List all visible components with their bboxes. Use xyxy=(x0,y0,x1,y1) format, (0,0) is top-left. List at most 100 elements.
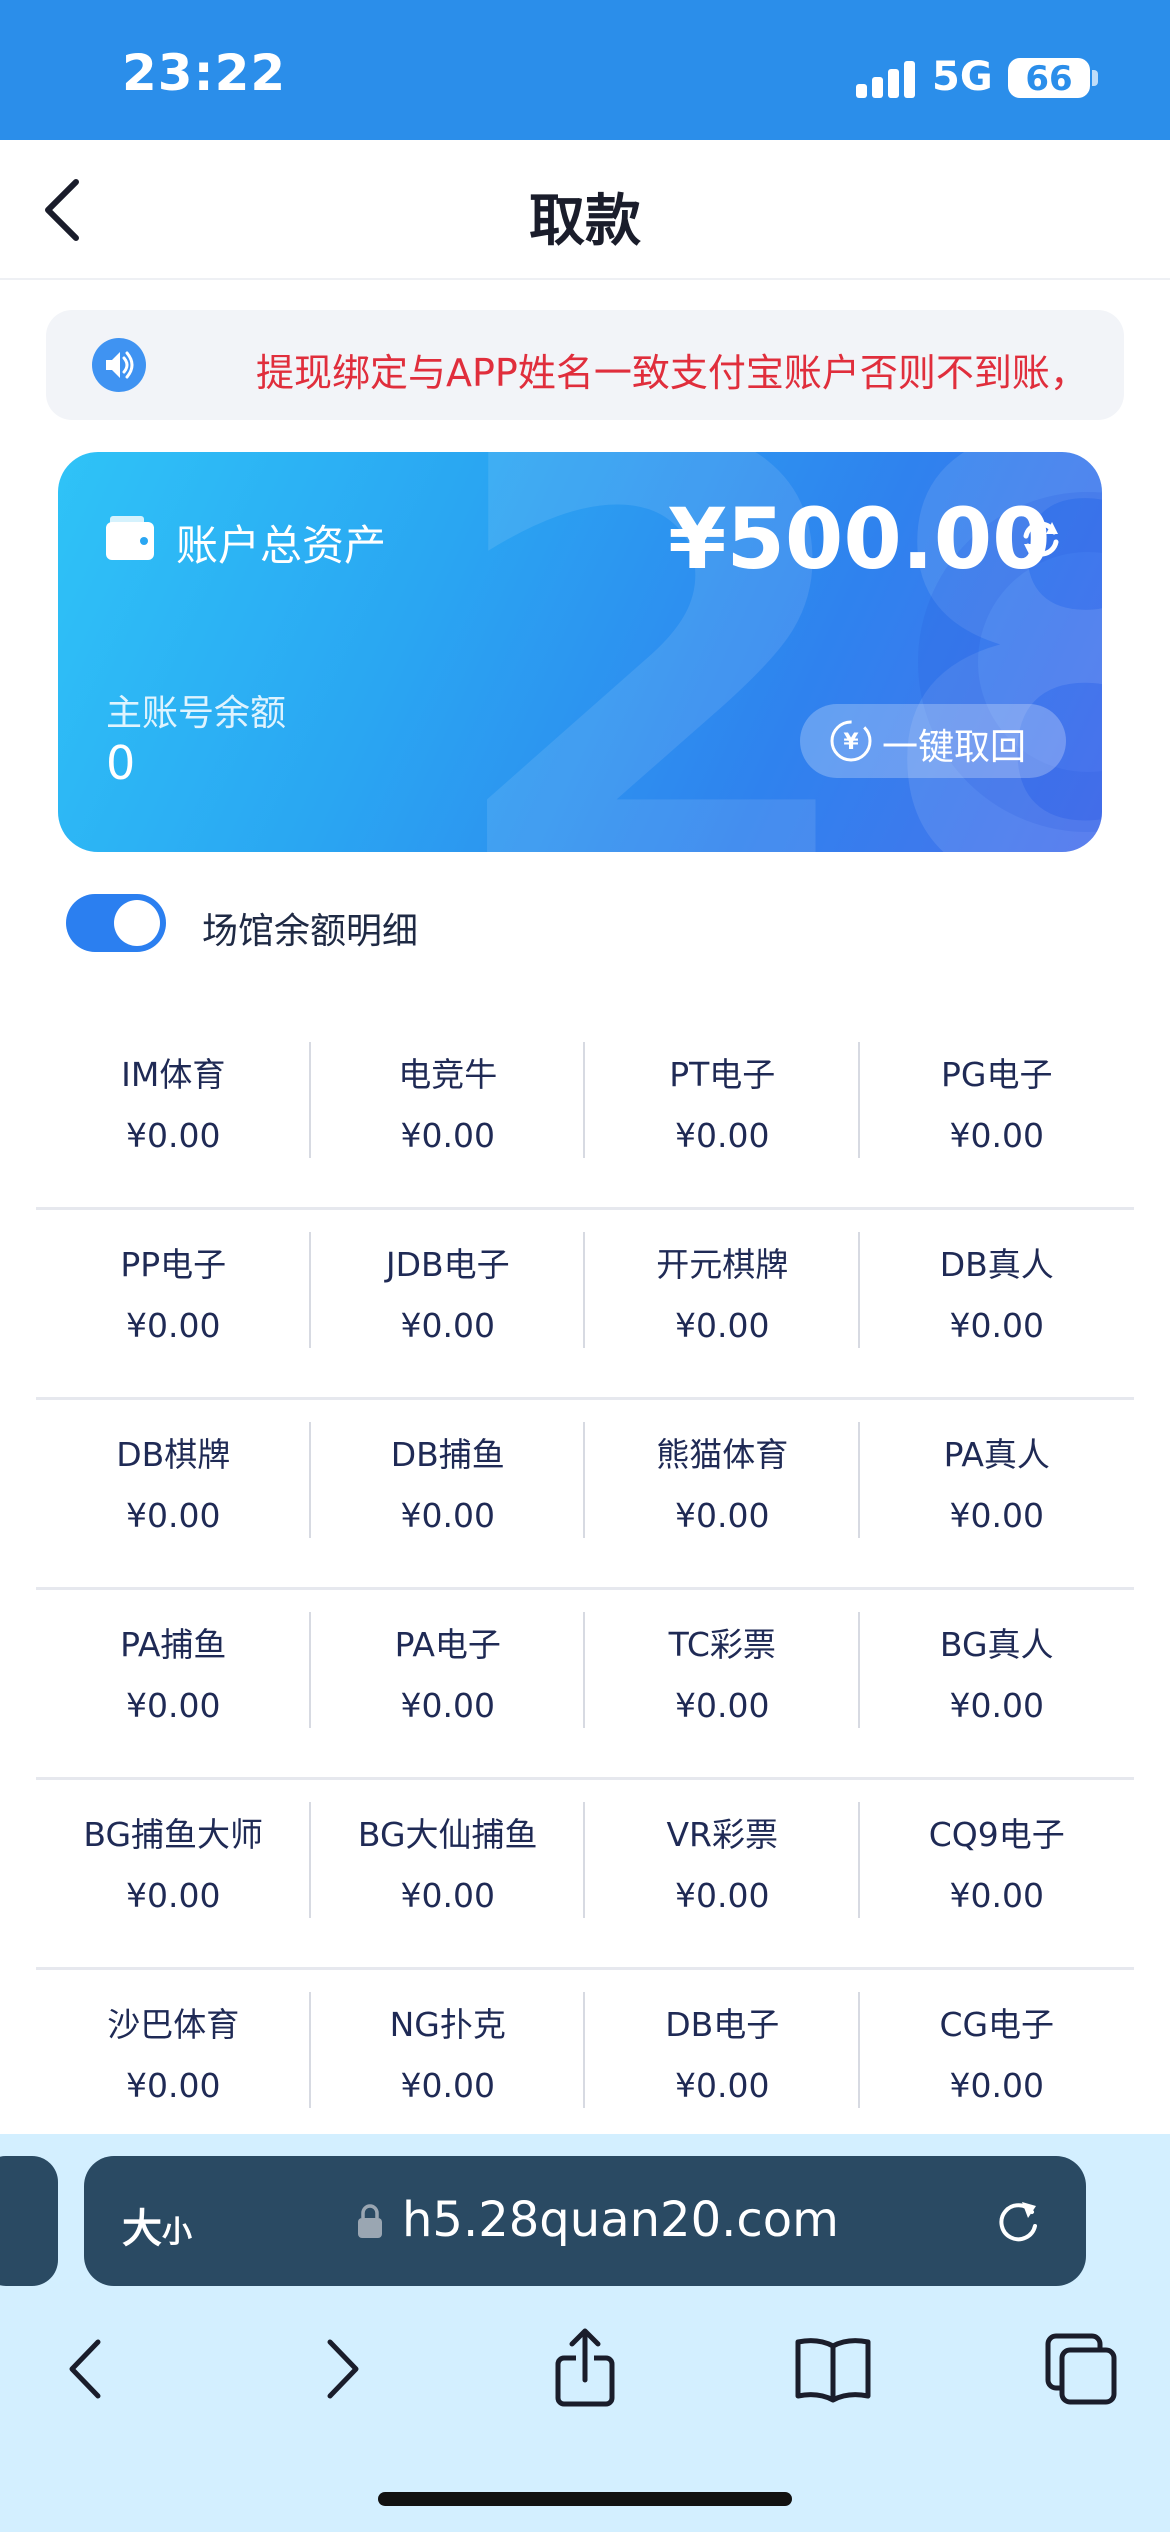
venue-cell: BG捕鱼大师 ¥0.00 xyxy=(36,1780,311,1967)
tabs-icon[interactable] xyxy=(1036,2324,1126,2414)
venue-cell: TC彩票 ¥0.00 xyxy=(585,1590,860,1777)
venue-cell: PA真人 ¥0.00 xyxy=(860,1400,1135,1587)
lock-icon xyxy=(358,2204,382,2238)
toggle-knob xyxy=(114,900,160,946)
venue-name: VR彩票 xyxy=(666,1815,778,1854)
venue-cell: BG大仙捕鱼 ¥0.00 xyxy=(311,1780,585,1967)
total-assets-label: 账户总资产 xyxy=(176,521,387,570)
venue-name: 电竞牛 xyxy=(398,1055,498,1094)
venue-name: PP电子 xyxy=(120,1245,227,1284)
venue-amount: ¥0.00 xyxy=(126,1116,221,1155)
venue-name: BG真人 xyxy=(939,1625,1054,1664)
venue-amount: ¥0.00 xyxy=(949,1496,1044,1535)
venue-cell: DB电子 ¥0.00 xyxy=(585,1970,860,2157)
address-bar[interactable]: 大小 h5.28quan20.com xyxy=(84,2156,1086,2286)
venue-amount: ¥0.00 xyxy=(949,1876,1044,1915)
total-assets-amount: ¥500.00 xyxy=(668,490,1051,588)
venue-name: DB电子 xyxy=(665,2005,780,2044)
venue-amount: ¥0.00 xyxy=(400,1306,495,1345)
share-icon[interactable] xyxy=(540,2324,630,2414)
battery-level: 66 xyxy=(1025,59,1073,99)
venue-amount: ¥0.00 xyxy=(949,1686,1044,1725)
venue-amount: ¥0.00 xyxy=(675,1116,770,1155)
venue-name: DB捕鱼 xyxy=(390,1435,505,1474)
venue-name: CQ9电子 xyxy=(928,1815,1065,1854)
venue-cell: IM体育 ¥0.00 xyxy=(36,1020,311,1207)
venue-row: BG捕鱼大师 ¥0.00 BG大仙捕鱼 ¥0.00 VR彩票 ¥0.00 CQ9电子 ¥0.0… xyxy=(36,1780,1134,1970)
venue-cell: JDB电子 ¥0.00 xyxy=(311,1210,585,1397)
battery-tip xyxy=(1092,70,1098,86)
back-icon[interactable] xyxy=(42,2324,132,2414)
recall-label: 一键取回 xyxy=(882,727,1027,768)
venue-cell: PA捕鱼 ¥0.00 xyxy=(36,1590,311,1777)
svg-text:¥: ¥ xyxy=(843,730,859,755)
venue-amount: ¥0.00 xyxy=(949,1116,1044,1155)
venue-balance-toggle-label: 场馆余额明细 xyxy=(202,911,419,952)
bookmarks-icon[interactable] xyxy=(788,2324,878,2414)
venue-amount: ¥0.00 xyxy=(949,1306,1044,1345)
venue-amount: ¥0.00 xyxy=(400,1876,495,1915)
venue-amount: ¥0.00 xyxy=(949,2066,1044,2105)
venue-amount: ¥0.00 xyxy=(400,1686,495,1725)
yuan-recall-icon: ¥ xyxy=(830,720,872,762)
venue-name: BG大仙捕鱼 xyxy=(357,1815,538,1854)
browser-toolbar: 大小 h5.28quan20.com xyxy=(0,2134,1170,2532)
venue-name: PG电子 xyxy=(941,1055,1053,1094)
venue-cell: PG电子 ¥0.00 xyxy=(860,1020,1135,1207)
url-text: h5.28quan20.com xyxy=(402,2192,839,2248)
network-label: 5G xyxy=(932,54,993,100)
venue-amount: ¥0.00 xyxy=(400,2066,495,2105)
venue-amount: ¥0.00 xyxy=(675,1876,770,1915)
venue-balance-grid: IM体育 ¥0.00 电竞牛 ¥0.00 PT电子 ¥0.00 PG电子 ¥0.00 PP电子 ¥… xyxy=(36,1020,1134,2160)
venue-balance-toggle[interactable] xyxy=(66,894,166,952)
status-bar: 23:22 5G 66 xyxy=(0,0,1170,140)
venue-cell: DB棋牌 ¥0.00 xyxy=(36,1400,311,1587)
venue-cell: 沙巴体育 ¥0.00 xyxy=(36,1970,311,2157)
text-size-button[interactable]: 大小 xyxy=(122,2196,192,2254)
page-title: 取款 xyxy=(529,189,641,254)
venue-row: PP电子 ¥0.00 JDB电子 ¥0.00 开元棋牌 ¥0.00 DB真人 ¥0.00 xyxy=(36,1210,1134,1400)
venue-cell: BG真人 ¥0.00 xyxy=(860,1590,1135,1777)
venue-name: 熊猫体育 xyxy=(656,1435,789,1474)
venue-amount: ¥0.00 xyxy=(126,1496,221,1535)
venue-amount: ¥0.00 xyxy=(126,2066,221,2105)
nav-bar: 取款 xyxy=(0,140,1170,280)
main-balance-label: 主账号余额 xyxy=(106,693,287,734)
venue-name: JDB电子 xyxy=(385,1245,510,1284)
venue-name: PT电子 xyxy=(669,1055,776,1094)
venue-cell: NG扑克 ¥0.00 xyxy=(311,1970,585,2157)
refresh-icon[interactable] xyxy=(1016,514,1066,564)
main-balance-value: 0 xyxy=(106,736,136,790)
venue-name: IM体育 xyxy=(121,1055,226,1094)
battery-icon: 66 xyxy=(1008,58,1090,99)
home-indicator xyxy=(378,2492,792,2506)
notice-text: 提现绑定与APP姓名一致支付宝账户否则不到账， xyxy=(256,351,1088,395)
venue-name: 沙巴体育 xyxy=(107,2005,240,2044)
venue-amount: ¥0.00 xyxy=(126,1876,221,1915)
forward-icon[interactable] xyxy=(296,2324,386,2414)
venue-amount: ¥0.00 xyxy=(675,1306,770,1345)
notice-banner: 提现绑定与APP姓名一致支付宝账户否则不到账， xyxy=(46,310,1124,420)
reload-icon[interactable] xyxy=(992,2196,1044,2248)
venue-name: TC彩票 xyxy=(668,1625,776,1664)
venue-cell: CG电子 ¥0.00 xyxy=(860,1970,1135,2157)
one-click-recall-button[interactable]: ¥ 一键取回 xyxy=(800,704,1066,778)
venue-amount: ¥0.00 xyxy=(675,1496,770,1535)
venue-row: 沙巴体育 ¥0.00 NG扑克 ¥0.00 DB电子 ¥0.00 CG电子 ¥0.00 xyxy=(36,1970,1134,2160)
venue-name: CG电子 xyxy=(939,2005,1055,2044)
venue-row: DB棋牌 ¥0.00 DB捕鱼 ¥0.00 熊猫体育 ¥0.00 PA真人 ¥0.00 xyxy=(36,1400,1134,1590)
text-size-label-small: 小 xyxy=(162,2215,192,2250)
venue-cell: PP电子 ¥0.00 xyxy=(36,1210,311,1397)
venue-name: PA捕鱼 xyxy=(120,1625,227,1664)
venue-cell: DB真人 ¥0.00 xyxy=(860,1210,1135,1397)
venue-amount: ¥0.00 xyxy=(400,1116,495,1155)
venue-name: DB棋牌 xyxy=(116,1435,231,1474)
venue-row: IM体育 ¥0.00 电竞牛 ¥0.00 PT电子 ¥0.00 PG电子 ¥0.00 xyxy=(36,1020,1134,1210)
venue-cell: CQ9电子 ¥0.00 xyxy=(860,1780,1135,1967)
asset-card: 28 账户总资产 ¥500.00 主账号余额 0 ¥ 一键取回 xyxy=(58,452,1102,852)
venue-cell: 开元棋牌 ¥0.00 xyxy=(585,1210,860,1397)
venue-amount: ¥0.00 xyxy=(400,1496,495,1535)
venue-amount: ¥0.00 xyxy=(675,2066,770,2105)
previous-tab[interactable] xyxy=(0,2156,58,2286)
signal-icon xyxy=(856,58,916,98)
